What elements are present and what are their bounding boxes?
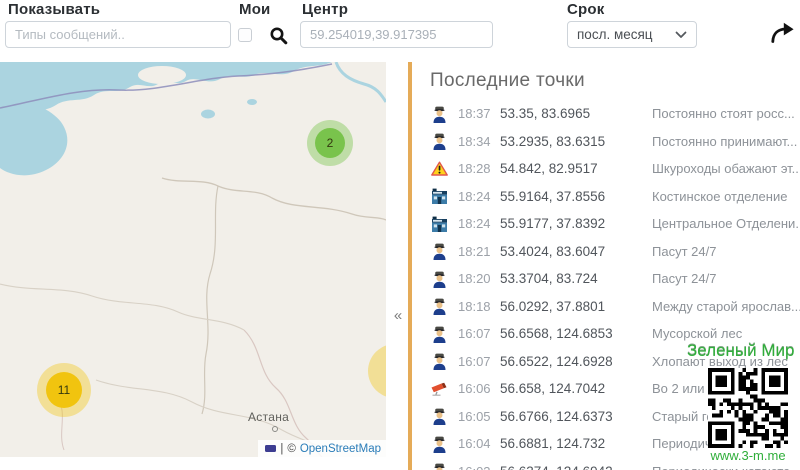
row-coords: 56.658, 124.7042 xyxy=(500,381,652,396)
mine-checkbox[interactable] xyxy=(238,28,252,42)
row-description: Постоянно стоят росс... xyxy=(652,106,800,121)
police-station-icon xyxy=(428,216,450,232)
row-description: Мусорской лес xyxy=(652,326,800,341)
center-label: Центр xyxy=(302,1,348,18)
share-arrow-icon xyxy=(770,22,795,46)
camera-icon xyxy=(428,382,450,396)
qr-code xyxy=(708,368,788,448)
row-coords: 55.9177, 37.8392 xyxy=(500,216,652,231)
mine-label: Мои xyxy=(239,1,270,18)
row-coords: 54.842, 82.9517 xyxy=(500,161,652,176)
watermark-title: Зеленый Мир xyxy=(687,341,794,361)
row-description: Периодически катаютс xyxy=(652,464,800,470)
row-description: Центральное Отделени... xyxy=(652,216,800,231)
map-attribution: | © OpenStreetMap xyxy=(258,440,386,457)
list-item[interactable]: 18:24 55.9177, 37.8392 Центральное Отдел… xyxy=(412,210,800,238)
row-coords: 53.2935, 83.6315 xyxy=(500,134,652,149)
city-label: Астана xyxy=(248,410,289,424)
row-time: 18:34 xyxy=(458,134,496,149)
map-canvas[interactable]: 2 11 Астана | © OpenStreetMap xyxy=(0,62,386,457)
row-description: Костинское отделение xyxy=(652,189,800,204)
row-coords: 55.9164, 37.8556 xyxy=(500,189,652,204)
police-station-icon xyxy=(428,188,450,204)
police-officer-icon xyxy=(428,270,450,288)
row-coords: 56.6522, 124.6928 xyxy=(500,354,652,369)
share-button[interactable] xyxy=(768,22,796,46)
attribution-copyright: © xyxy=(287,443,295,455)
map-cluster-marker[interactable]: 11 xyxy=(37,363,91,417)
police-officer-icon xyxy=(428,325,450,343)
openstreetmap-link[interactable]: OpenStreetMap xyxy=(300,443,381,455)
list-item[interactable]: 18:20 53.3704, 83.724 Пасут 24/7 xyxy=(412,265,800,293)
row-time: 18:18 xyxy=(458,299,496,314)
row-time: 18:24 xyxy=(458,189,496,204)
list-item[interactable]: 18:34 53.2935, 83.6315 Постоянно принима… xyxy=(412,128,800,156)
center-coords-input[interactable] xyxy=(300,21,493,48)
period-selected-value: посл. месяц xyxy=(577,27,675,42)
list-item[interactable]: 18:21 53.4024, 83.6047 Пасут 24/7 xyxy=(412,238,800,266)
police-officer-icon xyxy=(428,462,450,470)
flag-icon xyxy=(265,445,276,452)
row-coords: 56.6766, 124.6373 xyxy=(500,409,652,424)
show-label: Показывать xyxy=(8,1,100,18)
period-label: Срок xyxy=(567,1,604,18)
cluster-count: 2 xyxy=(315,128,345,158)
row-time: 18:37 xyxy=(458,106,496,121)
list-item[interactable]: 18:37 53.35, 83.6965 Постоянно стоят рос… xyxy=(412,100,800,128)
row-time: 16:04 xyxy=(458,436,496,451)
police-officer-icon xyxy=(428,352,450,370)
map-cluster-marker[interactable]: 2 xyxy=(307,120,353,166)
row-description: Пасут 24/7 xyxy=(652,271,800,286)
city-marker-dot xyxy=(272,426,278,432)
row-description: Шкуроходы обажают эт... xyxy=(652,161,800,176)
attribution-separator: | xyxy=(280,443,283,455)
row-time: 16:07 xyxy=(458,354,496,369)
row-coords: 53.35, 83.6965 xyxy=(500,106,652,121)
panel-collapse-button[interactable]: « xyxy=(388,300,408,330)
row-coords: 56.6568, 124.6853 xyxy=(500,326,652,341)
police-officer-icon xyxy=(428,435,450,453)
row-description: Постоянно принимают... xyxy=(652,134,800,149)
police-officer-icon xyxy=(428,132,450,150)
list-item[interactable]: 18:28 54.842, 82.9517 Шкуроходы обажают … xyxy=(412,155,800,183)
police-officer-icon xyxy=(428,297,450,315)
police-officer-icon xyxy=(428,407,450,425)
row-time: 18:20 xyxy=(458,271,496,286)
row-time: 18:21 xyxy=(458,244,496,259)
row-coords: 56.6374, 124.6942 xyxy=(500,464,652,470)
list-item[interactable]: 18:24 55.9164, 37.8556 Костинское отделе… xyxy=(412,183,800,211)
toolbar: Показывать Мои Центр Срок посл. месяц xyxy=(0,0,800,58)
search-icon xyxy=(269,26,288,48)
row-coords: 56.0292, 37.8801 xyxy=(500,299,652,314)
chevron-down-icon xyxy=(675,26,687,44)
row-coords: 56.6881, 124.732 xyxy=(500,436,652,451)
row-time: 18:28 xyxy=(458,161,496,176)
row-time: 16:03 xyxy=(458,464,496,470)
police-officer-icon xyxy=(428,242,450,260)
period-select[interactable]: посл. месяц xyxy=(567,21,697,48)
row-time: 16:05 xyxy=(458,409,496,424)
watermark-url: www.3-m.me xyxy=(700,448,796,463)
cluster-count: 11 xyxy=(46,372,82,408)
row-description: Пасут 24/7 xyxy=(652,244,800,259)
police-officer-icon xyxy=(428,105,450,123)
row-description: Между старой ярослав... xyxy=(652,299,800,314)
row-time: 16:06 xyxy=(458,381,496,396)
app-window: Показывать Мои Центр Срок посл. месяц xyxy=(0,0,800,470)
row-time: 18:24 xyxy=(458,216,496,231)
warning-icon xyxy=(428,161,450,176)
row-coords: 53.4024, 83.6047 xyxy=(500,244,652,259)
list-item[interactable]: 18:18 56.0292, 37.8801 Между старой ярос… xyxy=(412,293,800,321)
row-time: 16:07 xyxy=(458,326,496,341)
message-types-input[interactable] xyxy=(5,21,231,48)
panel-title: Последние точки xyxy=(430,70,800,92)
row-coords: 53.3704, 83.724 xyxy=(500,271,652,286)
search-button[interactable] xyxy=(266,25,290,49)
